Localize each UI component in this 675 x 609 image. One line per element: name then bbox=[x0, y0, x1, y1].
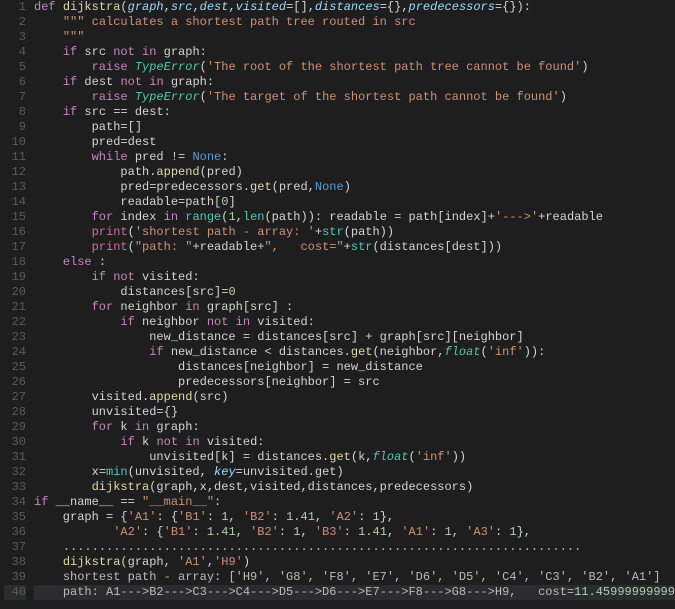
line-number: 35 bbox=[4, 510, 26, 525]
line-number: 19 bbox=[4, 270, 26, 285]
code-line[interactable]: for k in graph: bbox=[34, 420, 675, 435]
line-number: 38 bbox=[4, 555, 26, 570]
code-line[interactable]: raise TypeError('The target of the short… bbox=[34, 90, 675, 105]
line-number: 40 bbox=[4, 585, 26, 600]
line-number: 29 bbox=[4, 420, 26, 435]
code-line[interactable]: """ bbox=[34, 30, 675, 45]
code-line[interactable]: path.append(pred) bbox=[34, 165, 675, 180]
code-line[interactable]: if not visited: bbox=[34, 270, 675, 285]
line-number: 3 bbox=[4, 30, 26, 45]
code-line[interactable]: while pred != None: bbox=[34, 150, 675, 165]
line-number: 25 bbox=[4, 360, 26, 375]
line-number: 4 bbox=[4, 45, 26, 60]
line-number: 17 bbox=[4, 240, 26, 255]
code-line[interactable]: 'A2': {'B1': 1.41, 'B2': 1, 'B3': 1.41, … bbox=[34, 525, 675, 540]
code-line[interactable]: shortest path - array: ['H9', 'G8', 'F8'… bbox=[34, 570, 675, 585]
line-number: 13 bbox=[4, 180, 26, 195]
code-line[interactable]: path: A1--->B2--->C3--->C4--->D5--->D6--… bbox=[34, 585, 675, 600]
line-number: 5 bbox=[4, 60, 26, 75]
line-number: 27 bbox=[4, 390, 26, 405]
line-number: 21 bbox=[4, 300, 26, 315]
code-line[interactable]: for index in range(1,len(path)): readabl… bbox=[34, 210, 675, 225]
line-number: 32 bbox=[4, 465, 26, 480]
code-line[interactable]: predecessors[neighbor] = src bbox=[34, 375, 675, 390]
line-number: 12 bbox=[4, 165, 26, 180]
line-number: 9 bbox=[4, 120, 26, 135]
code-line[interactable]: unvisited[k] = distances.get(k,float('in… bbox=[34, 450, 675, 465]
line-number: 10 bbox=[4, 135, 26, 150]
line-number: 2 bbox=[4, 15, 26, 30]
code-line[interactable]: distances[neighbor] = new_distance bbox=[34, 360, 675, 375]
code-line[interactable]: distances[src]=0 bbox=[34, 285, 675, 300]
line-number: 23 bbox=[4, 330, 26, 345]
code-line[interactable]: def dijkstra(graph,src,dest,visited=[],d… bbox=[34, 0, 675, 15]
line-number: 26 bbox=[4, 375, 26, 390]
code-line[interactable]: dijkstra(graph, 'A1','H9') bbox=[34, 555, 675, 570]
line-number: 30 bbox=[4, 435, 26, 450]
line-number: 6 bbox=[4, 75, 26, 90]
code-line[interactable]: x=min(unvisited, key=unvisited.get) bbox=[34, 465, 675, 480]
code-line[interactable]: visited.append(src) bbox=[34, 390, 675, 405]
line-number: 24 bbox=[4, 345, 26, 360]
code-line[interactable]: if __name__ == "__main__": bbox=[34, 495, 675, 510]
line-number-gutter: 1234567891011121314151617181920212223242… bbox=[0, 0, 34, 609]
code-line[interactable]: if dest not in graph: bbox=[34, 75, 675, 90]
code-line[interactable]: else : bbox=[34, 255, 675, 270]
line-number: 18 bbox=[4, 255, 26, 270]
line-number: 1 bbox=[4, 0, 26, 15]
code-line[interactable]: print("path: "+readable+", cost="+str(di… bbox=[34, 240, 675, 255]
line-number: 8 bbox=[4, 105, 26, 120]
code-line[interactable]: """ calculates a shortest path tree rout… bbox=[34, 15, 675, 30]
line-number: 22 bbox=[4, 315, 26, 330]
code-line[interactable]: for neighbor in graph[src] : bbox=[34, 300, 675, 315]
code-line[interactable]: if neighbor not in visited: bbox=[34, 315, 675, 330]
code-line[interactable]: dijkstra(graph,x,dest,visited,distances,… bbox=[34, 480, 675, 495]
line-number: 33 bbox=[4, 480, 26, 495]
code-line[interactable]: if k not in visited: bbox=[34, 435, 675, 450]
code-line[interactable]: if src == dest: bbox=[34, 105, 675, 120]
code-line[interactable]: if src not in graph: bbox=[34, 45, 675, 60]
code-editor[interactable]: 1234567891011121314151617181920212223242… bbox=[0, 0, 675, 609]
line-number: 20 bbox=[4, 285, 26, 300]
line-number: 14 bbox=[4, 195, 26, 210]
line-number: 31 bbox=[4, 450, 26, 465]
line-number: 34 bbox=[4, 495, 26, 510]
code-line[interactable]: if new_distance < distances.get(neighbor… bbox=[34, 345, 675, 360]
line-number: 7 bbox=[4, 90, 26, 105]
line-number: 28 bbox=[4, 405, 26, 420]
code-line[interactable]: raise TypeError('The root of the shortes… bbox=[34, 60, 675, 75]
code-area[interactable]: def dijkstra(graph,src,dest,visited=[],d… bbox=[34, 0, 675, 609]
code-line[interactable]: path=[] bbox=[34, 120, 675, 135]
line-number: 36 bbox=[4, 525, 26, 540]
code-line[interactable]: readable=path[0] bbox=[34, 195, 675, 210]
code-line[interactable]: unvisited={} bbox=[34, 405, 675, 420]
line-number: 39 bbox=[4, 570, 26, 585]
code-line[interactable]: pred=dest bbox=[34, 135, 675, 150]
code-line[interactable]: new_distance = distances[src] + graph[sr… bbox=[34, 330, 675, 345]
code-line[interactable]: graph = {'A1': {'B1': 1, 'B2': 1.41, 'A2… bbox=[34, 510, 675, 525]
code-line[interactable]: pred=predecessors.get(pred,None) bbox=[34, 180, 675, 195]
line-number: 15 bbox=[4, 210, 26, 225]
line-number: 11 bbox=[4, 150, 26, 165]
code-line[interactable]: print('shortest path - array: '+str(path… bbox=[34, 225, 675, 240]
line-number: 16 bbox=[4, 225, 26, 240]
line-number: 37 bbox=[4, 540, 26, 555]
code-line[interactable]: ........................................… bbox=[34, 540, 675, 555]
